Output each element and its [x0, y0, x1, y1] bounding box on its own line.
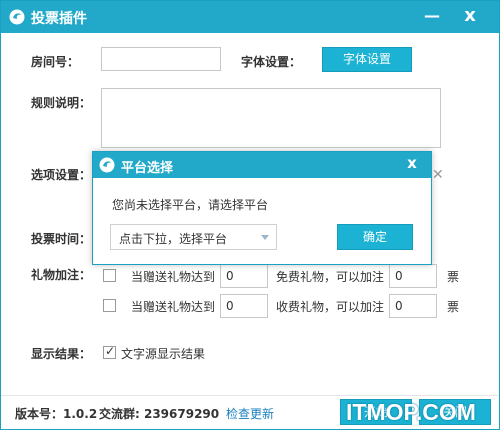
gift-label: 礼物加注：	[31, 268, 92, 282]
dialog-title: 平台选择	[121, 161, 174, 176]
chevron-down-icon	[261, 235, 269, 240]
version-text: 版本号：1.0.2	[15, 407, 98, 421]
rules-textarea[interactable]	[101, 88, 441, 148]
gift-free-middle: 免费礼物，可以加注	[276, 270, 385, 284]
watermark-logo: ITMOP.COM	[346, 399, 476, 425]
footer-divider	[1, 395, 499, 396]
room-label: 房间号：	[31, 55, 80, 69]
gift-free-count-input[interactable]: 0	[220, 264, 268, 288]
rules-label: 规则说明：	[31, 96, 92, 110]
gift-paid-middle: 收费礼物，可以加注	[276, 300, 385, 314]
platform-select-value: 点击下拉，选择平台	[119, 232, 228, 246]
group-text: 交流群: 239679290	[99, 407, 220, 421]
title-bar[interactable]: 投票插件 — x	[1, 1, 499, 33]
dialog-close-button[interactable]: x	[397, 154, 427, 176]
display-result-checkbox[interactable]	[103, 344, 116, 359]
display-label: 显示结果：	[31, 347, 92, 361]
vote-time-label: 投票时间：	[31, 232, 92, 246]
display-option-label: 文字源显示结果	[121, 347, 206, 361]
gift-free-checkbox[interactable]	[103, 269, 116, 282]
window-title: 投票插件	[31, 11, 87, 27]
check-update-link[interactable]: 检查更新	[226, 405, 274, 422]
gift-free-prefix: 当赠送礼物达到	[131, 270, 216, 284]
gift-paid-suffix: 票	[447, 300, 460, 314]
platform-select[interactable]: 点击下拉，选择平台	[110, 224, 277, 250]
gift-free-suffix: 票	[447, 270, 460, 284]
options-label: 选项设置：	[31, 168, 92, 182]
app-logo-icon	[99, 157, 115, 173]
app-logo-icon	[9, 9, 25, 25]
gift-paid-prefix: 当赠送礼物达到	[131, 300, 216, 314]
gift-paid-count-input[interactable]: 0	[220, 294, 268, 318]
gift-free-votes-input[interactable]: 0	[389, 264, 437, 288]
minimize-button[interactable]: —	[415, 1, 449, 33]
font-settings-button[interactable]: 字体设置	[322, 47, 412, 72]
dialog-title-bar[interactable]: 平台选择 x	[93, 152, 431, 178]
room-input[interactable]	[101, 47, 221, 71]
close-window-button[interactable]: x	[453, 1, 487, 33]
dialog-message: 您尚未选择平台，请选择平台	[112, 198, 269, 212]
gift-paid-checkbox[interactable]	[103, 299, 116, 312]
gift-paid-votes-input[interactable]: 0	[389, 294, 437, 318]
confirm-button[interactable]: 确定	[337, 224, 413, 250]
font-label: 字体设置：	[241, 55, 302, 69]
platform-select-dialog: 平台选择 x 您尚未选择平台，请选择平台 点击下拉，选择平台 确定	[92, 151, 432, 265]
remove-option-icon[interactable]: ✕	[432, 167, 444, 183]
